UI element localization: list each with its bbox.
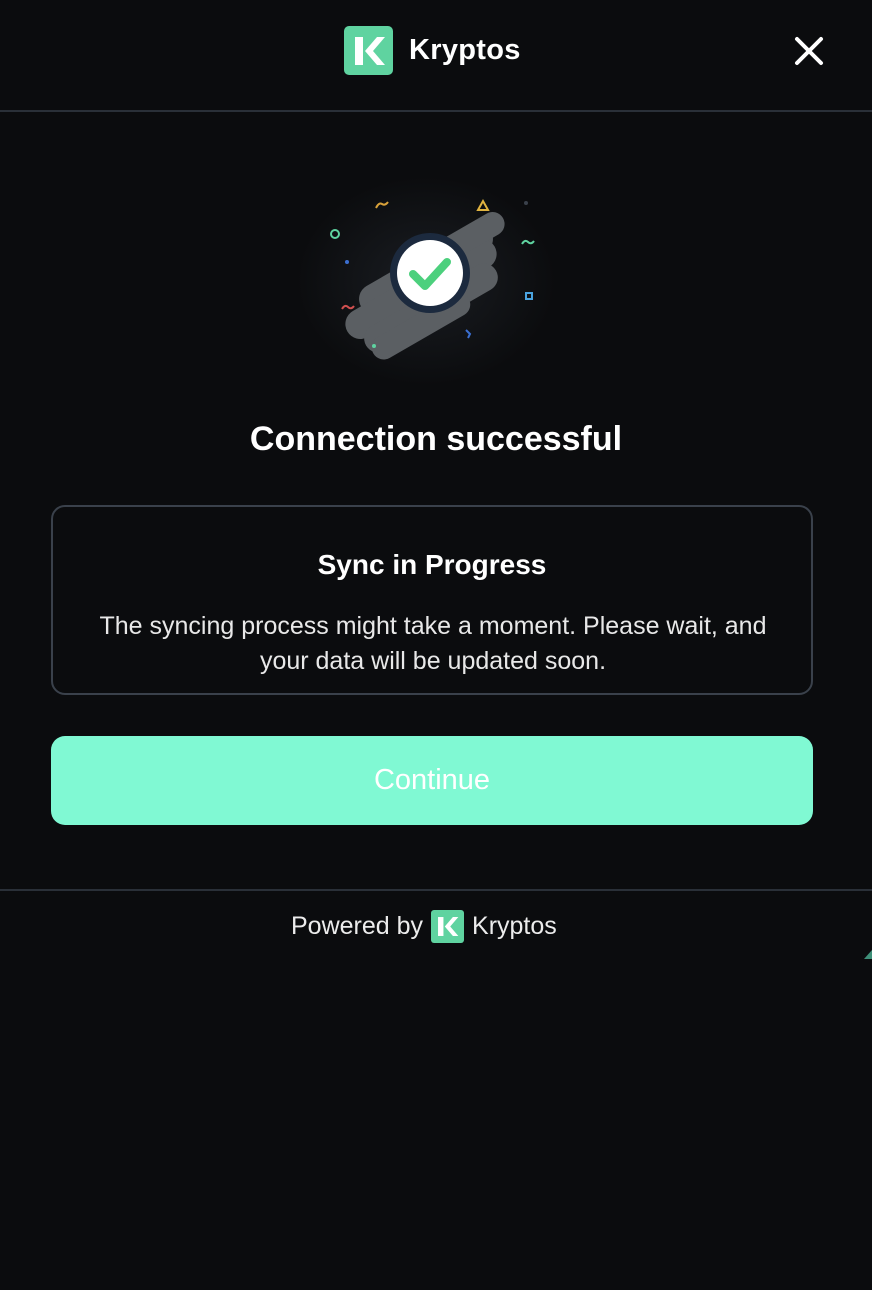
kryptos-logo-small-icon [431, 910, 465, 943]
corner-decoration [864, 950, 872, 959]
success-illustration [296, 176, 556, 386]
kryptos-logo-icon [344, 26, 393, 75]
footer-brand-name: Kryptos [472, 912, 557, 940]
card-body: The syncing process might take a moment.… [99, 612, 767, 675]
sync-info-card: Sync in Progress The syncing process mig… [51, 505, 813, 695]
page-title: Connection successful [249, 420, 623, 458]
connection-success-screen: Kryptos Connection successful Sync in Pr… [0, 0, 872, 1290]
brand: Kryptos [344, 26, 521, 75]
close-icon [795, 37, 823, 65]
continue-button[interactable]: Continue [51, 736, 813, 825]
card-title: Sync in Progress [317, 549, 547, 580]
powered-by-label: Powered by [291, 912, 424, 940]
header: Kryptos [0, 0, 872, 112]
footer: Powered by Kryptos [0, 889, 872, 959]
powered-by: Powered by Kryptos [291, 910, 557, 943]
brand-name: Kryptos [409, 34, 521, 66]
close-button[interactable] [792, 34, 826, 68]
